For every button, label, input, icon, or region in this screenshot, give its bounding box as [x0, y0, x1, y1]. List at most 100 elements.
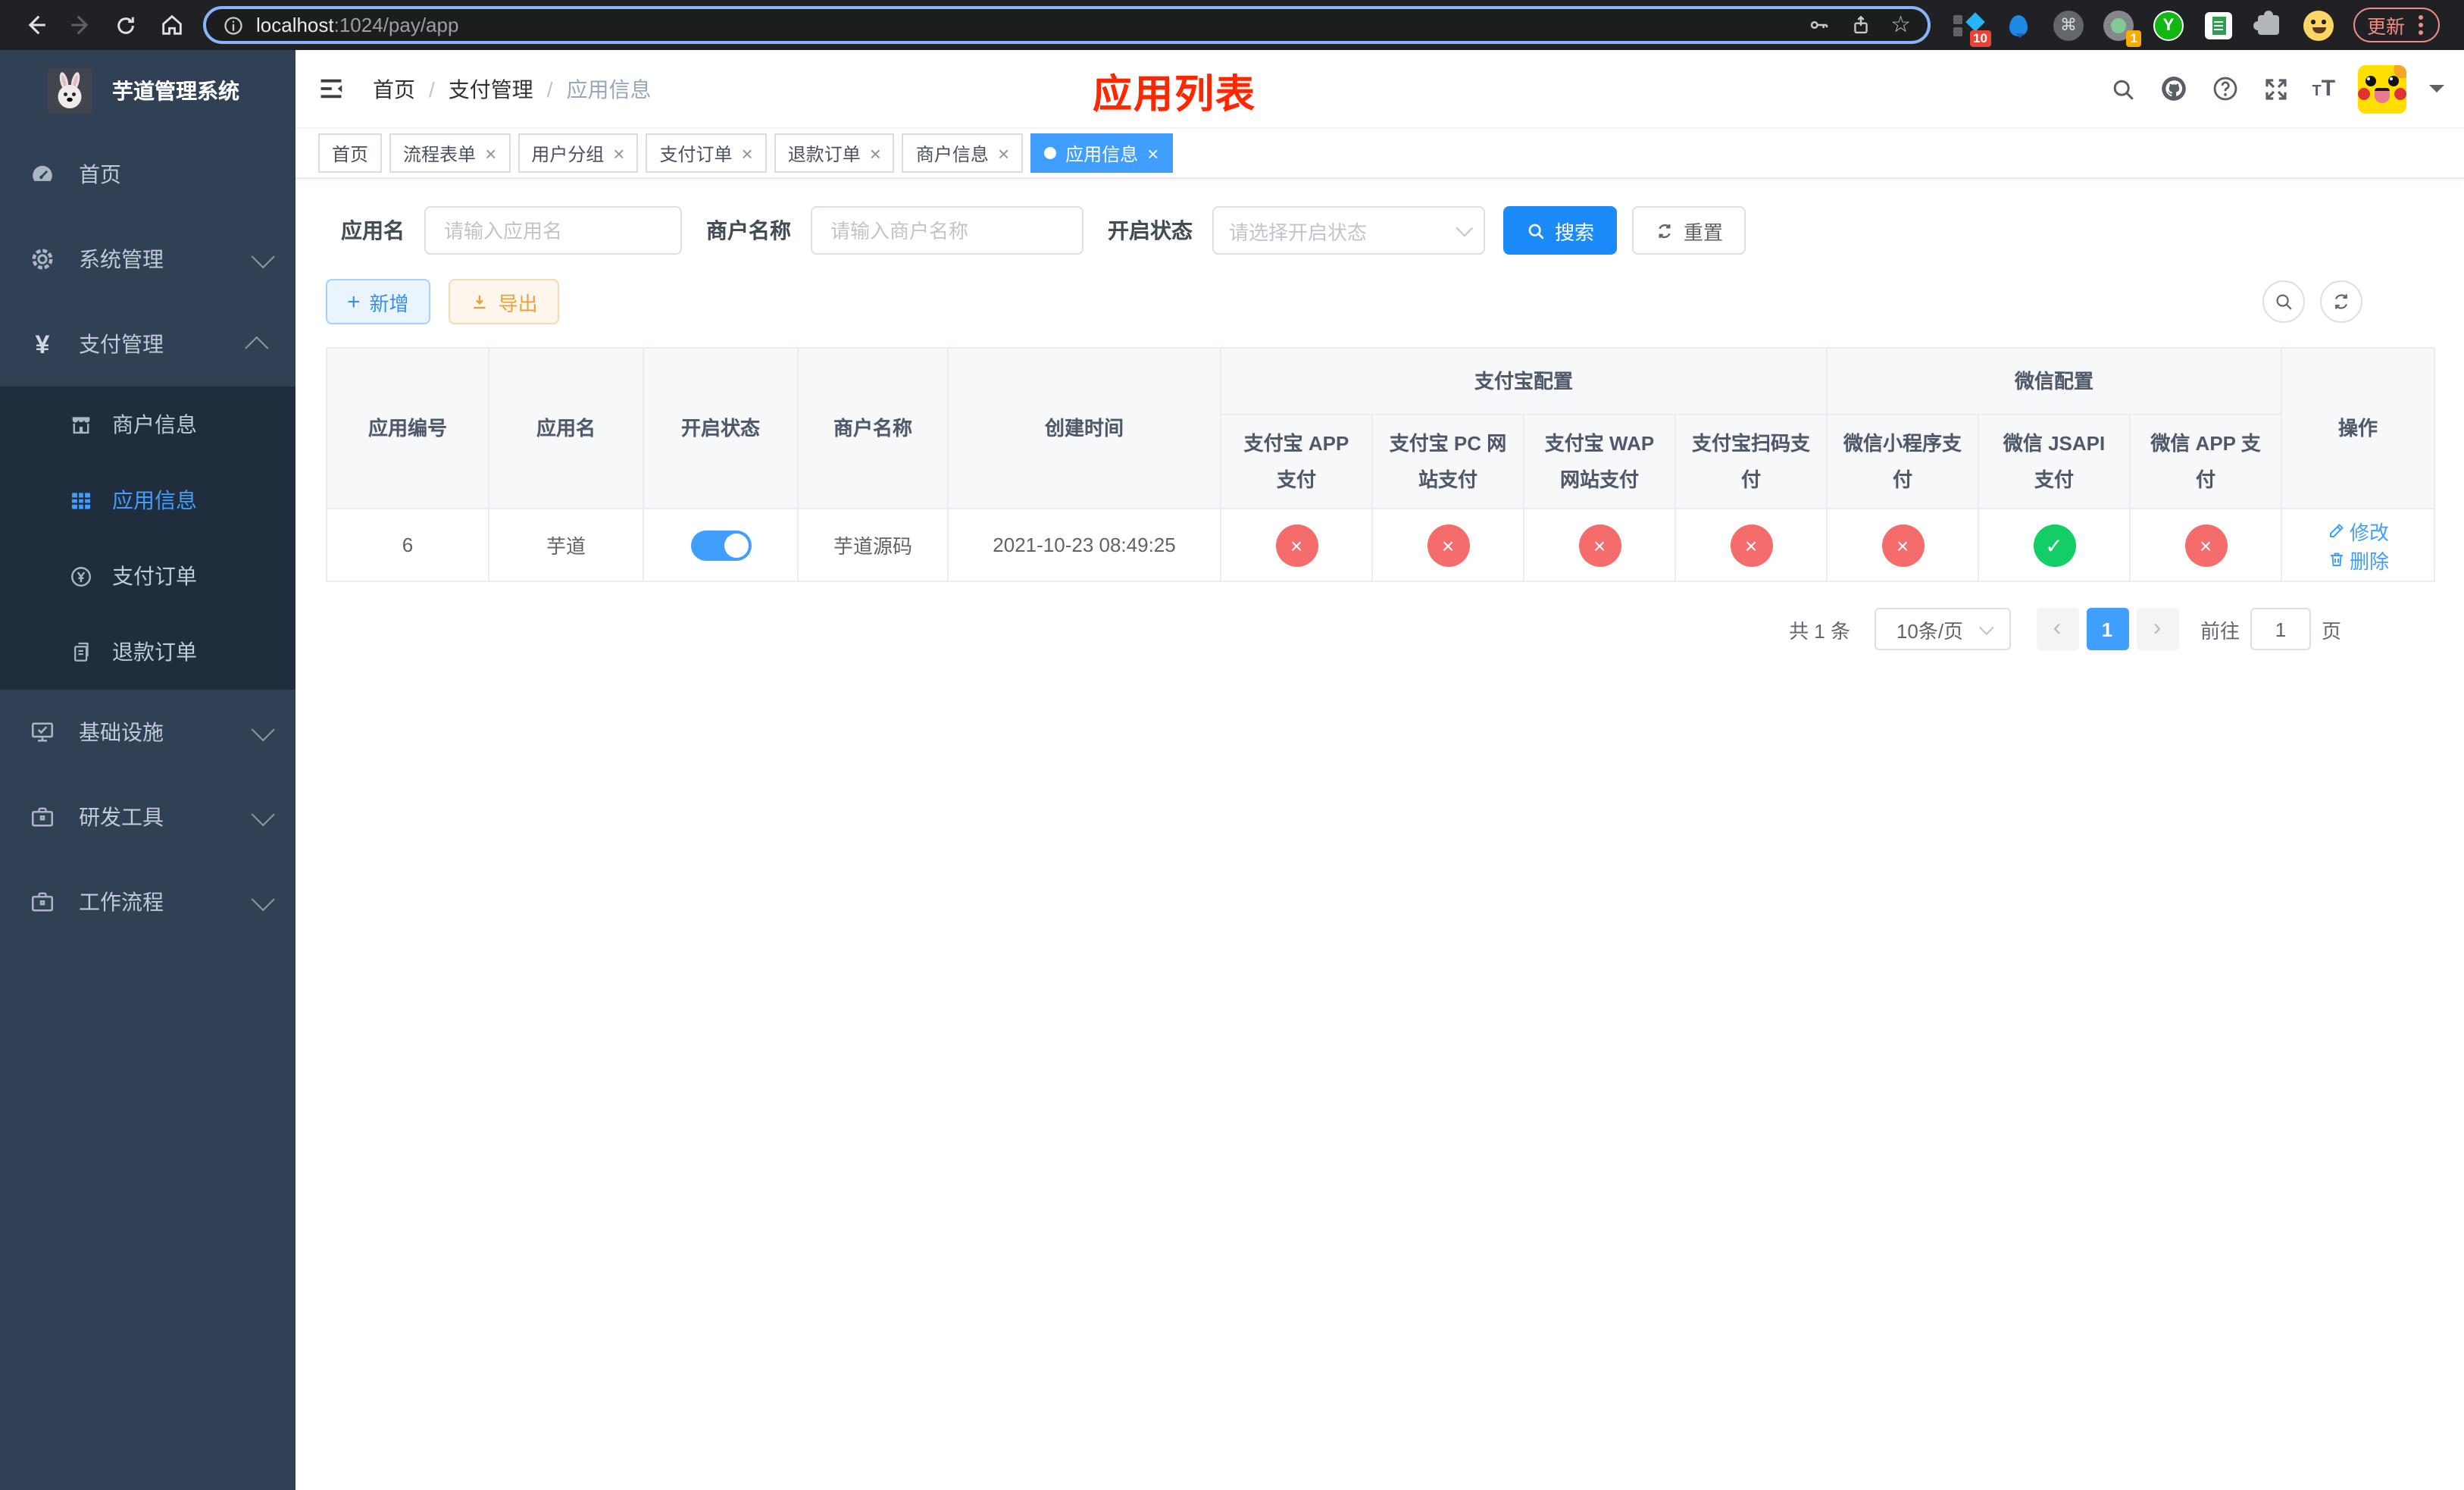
goto-label: 前往 — [2200, 619, 2240, 642]
sidebar-logo[interactable]: 芋道管理系统 — [0, 50, 295, 132]
app-name-input[interactable] — [424, 206, 682, 255]
table-header-group-row: 应用编号 应用名 开启状态 商户名称 创建时间 支付宝配置 微信配置 操作 — [326, 347, 2436, 509]
browser-update-button[interactable]: 更新 — [2353, 8, 2441, 42]
tag-refund-orders[interactable]: 退款订单 × — [774, 133, 895, 173]
cell-wx-lite: × — [1826, 508, 1980, 582]
merchant-name-input[interactable] — [811, 206, 1083, 255]
browser-menu-icon[interactable] — [2419, 23, 2424, 27]
col-alipay-qr: 支付宝扫码支付 — [1674, 414, 1828, 509]
bookmark-star-icon[interactable]: ☆ — [1890, 14, 1911, 36]
avatar-caret-icon[interactable] — [2429, 85, 2445, 100]
sidebar-item-label: 支付管理 — [79, 332, 164, 356]
sidebar-item-app-info[interactable]: 应用信息 — [0, 462, 295, 538]
briefcase-icon — [27, 803, 58, 831]
export-button[interactable]: 导出 — [448, 279, 559, 324]
breadcrumb-home[interactable]: 首页 — [373, 74, 415, 104]
password-key-icon[interactable] — [1807, 14, 1830, 36]
breadcrumb-payment[interactable]: 支付管理 — [449, 74, 533, 104]
extension-diamond-icon[interactable]: 10 — [1952, 8, 1991, 46]
sidebar-item-label: 首页 — [79, 162, 121, 186]
update-label: 更新 — [2367, 17, 2406, 38]
merchant-name-label: 商户名称 — [706, 218, 791, 243]
extension-strip: 10 ⌘ 1 Y — [1952, 8, 2335, 46]
table-row: 6 芋道 芋道源码 2021-10-23 08:49:25 × × × × × … — [326, 508, 2436, 582]
search-icon — [1528, 223, 1544, 239]
share-icon[interactable] — [1850, 14, 1871, 36]
page-title: 应用列表 — [1092, 71, 1257, 117]
close-icon[interactable]: × — [870, 143, 881, 163]
sidebar-item-label: 研发工具 — [79, 805, 164, 829]
page-unit-label: 页 — [2322, 619, 2342, 642]
sidebar-item-workflow[interactable]: 工作流程 — [0, 859, 295, 944]
sidebar-item-payment[interactable]: ¥ 支付管理 — [0, 302, 295, 387]
sidebar-item-label: 应用信息 — [112, 488, 197, 512]
extension-doc-icon[interactable] — [2202, 8, 2235, 42]
extension-balloon-icon[interactable] — [2002, 8, 2035, 42]
tag-process-form[interactable]: 流程表单 × — [389, 133, 511, 173]
sidebar-collapse-icon[interactable] — [317, 74, 346, 103]
search-icon[interactable] — [2109, 75, 2137, 102]
extension-recorder-icon[interactable]: 1 — [2102, 8, 2141, 46]
add-button[interactable]: + 新增 — [326, 279, 430, 324]
current-page-button[interactable]: 1 — [2086, 608, 2128, 650]
tag-user-group[interactable]: 用户分组 × — [518, 133, 639, 173]
sidebar-item-merchant-info[interactable]: 商户信息 — [0, 387, 295, 462]
sidebar-item-refund-orders[interactable]: 退款订单 — [0, 614, 295, 690]
extension-command-icon[interactable]: ⌘ — [2052, 8, 2085, 42]
extension-y-icon[interactable]: Y — [2152, 8, 2185, 42]
page-size-select[interactable]: 10条/页 — [1875, 608, 2011, 650]
close-icon[interactable]: × — [998, 143, 1009, 163]
tag-pay-orders[interactable]: 支付订单 × — [646, 133, 767, 173]
browser-back-icon[interactable] — [12, 12, 58, 38]
group-wechat-config: 微信配置 — [1826, 347, 2283, 415]
extensions-puzzle-icon[interactable] — [2252, 8, 2285, 42]
table-toolbar: + 新增 导出 — [326, 279, 2435, 324]
browser-profile-avatar[interactable] — [2302, 8, 2335, 42]
status-disabled-icon: × — [2184, 524, 2228, 566]
site-info-icon[interactable] — [223, 14, 244, 36]
chevron-down-icon — [251, 802, 275, 826]
next-page-button[interactable]: › — [2136, 608, 2178, 650]
prev-page-button[interactable]: ‹ — [2036, 608, 2078, 650]
col-status: 开启状态 — [643, 347, 799, 509]
close-icon[interactable]: × — [1147, 143, 1159, 163]
github-icon[interactable] — [2159, 74, 2188, 103]
close-icon[interactable]: × — [613, 143, 624, 163]
status-select[interactable]: 请选择开启状态 — [1212, 206, 1485, 255]
browser-reload-icon[interactable] — [103, 13, 149, 37]
tag-home[interactable]: 首页 — [318, 133, 383, 173]
edit-link[interactable]: 修改 — [2327, 516, 2389, 545]
status-toggle[interactable] — [690, 530, 751, 560]
browser-home-icon[interactable] — [149, 12, 194, 38]
refresh-icon — [2335, 294, 2348, 309]
url-bar-actions: ☆ — [1807, 14, 1911, 36]
sidebar-item-pay-orders[interactable]: 支付订单 — [0, 538, 295, 614]
show-search-toggle-button[interactable] — [2262, 280, 2306, 323]
sidebar-item-dev-tools[interactable]: 研发工具 — [0, 775, 295, 859]
font-size-icon[interactable]: TT — [2312, 77, 2336, 101]
sidebar-item-system[interactable]: 系统管理 — [0, 217, 295, 302]
user-avatar[interactable] — [2358, 64, 2407, 113]
active-dot-icon — [1044, 147, 1057, 159]
refresh-table-button[interactable] — [2320, 280, 2363, 323]
url-bar[interactable]: localhost:1024/pay/app ☆ — [203, 6, 1931, 44]
tag-merchant-info[interactable]: 商户信息 × — [902, 133, 1024, 173]
navbar-actions: TT — [2109, 64, 2445, 113]
help-icon[interactable] — [2211, 74, 2240, 103]
sidebar-item-infrastructure[interactable]: 基础设施 — [0, 690, 295, 775]
sidebar-item-label: 工作流程 — [79, 890, 164, 914]
close-icon[interactable]: × — [485, 143, 496, 163]
tag-app-info[interactable]: 应用信息 × — [1030, 133, 1173, 173]
search-icon — [2276, 294, 2292, 310]
sidebar-submenu-payment: 商户信息 应用信息 支付订单 退款订单 — [0, 387, 295, 690]
delete-link[interactable]: 删除 — [2327, 545, 2389, 574]
reset-button[interactable]: 重置 — [1632, 206, 1746, 255]
browser-forward-icon[interactable] — [58, 12, 103, 38]
close-icon[interactable]: × — [742, 143, 753, 163]
sidebar-item-home[interactable]: 首页 — [0, 132, 295, 217]
fullscreen-icon[interactable] — [2262, 75, 2290, 102]
content-area: 应用名 商户名称 开启状态 请选择开启状态 搜索 重置 — [295, 179, 2464, 1490]
table-tools — [2262, 280, 2363, 323]
search-button[interactable]: 搜索 — [1503, 206, 1618, 255]
goto-page-input[interactable] — [2250, 608, 2312, 650]
